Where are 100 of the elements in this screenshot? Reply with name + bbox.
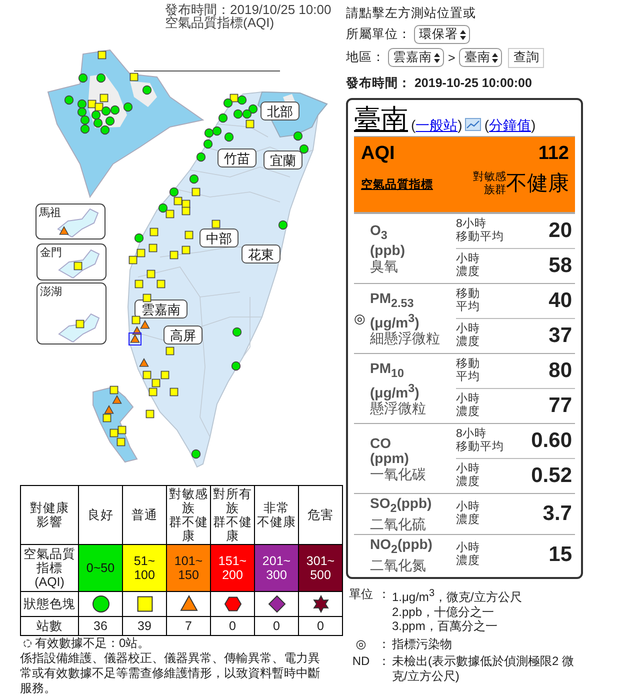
table-cell: 0	[298, 616, 342, 636]
station-marker[interactable]	[118, 426, 126, 434]
station-marker[interactable]	[96, 73, 106, 83]
station-marker[interactable]	[196, 152, 206, 162]
region-label[interactable]: 宜蘭	[264, 150, 302, 170]
station-marker[interactable]	[134, 280, 144, 288]
station-marker[interactable]	[152, 378, 160, 388]
station-marker[interactable]	[128, 332, 142, 346]
station-marker[interactable]	[203, 139, 213, 149]
station-marker[interactable]	[59, 226, 69, 235]
station-marker[interactable]	[160, 370, 170, 380]
station-marker[interactable]	[156, 280, 166, 288]
line-chart-icon[interactable]	[465, 118, 482, 131]
region-label[interactable]: 花東	[242, 244, 280, 264]
station-marker[interactable]	[278, 220, 288, 230]
station-marker[interactable]	[80, 124, 90, 134]
station-marker[interactable]	[218, 113, 228, 123]
station-marker[interactable]	[91, 110, 101, 120]
station-marker[interactable]	[142, 370, 152, 380]
station-marker[interactable]	[100, 125, 110, 135]
table-header: 族	[182, 501, 195, 515]
station-marker[interactable]	[182, 206, 190, 216]
station-marker[interactable]	[148, 244, 158, 252]
county-select[interactable]: 雲嘉南	[388, 48, 444, 67]
station-marker[interactable]	[230, 94, 238, 102]
station-marker[interactable]	[299, 144, 309, 154]
station-marker[interactable]	[182, 246, 190, 254]
station-marker[interactable]	[132, 316, 140, 324]
station-marker[interactable]	[150, 228, 158, 236]
station-marker[interactable]	[74, 262, 82, 270]
station-marker[interactable]	[136, 248, 146, 258]
island-label: 金門	[40, 247, 62, 259]
station-marker[interactable]	[166, 346, 174, 356]
station-marker[interactable]	[77, 107, 87, 117]
station-marker[interactable]	[77, 99, 87, 109]
station-marker[interactable]	[146, 270, 156, 278]
station-marker[interactable]	[212, 126, 222, 136]
station-marker[interactable]	[110, 105, 120, 115]
station-marker[interactable]	[110, 428, 118, 438]
station-marker[interactable]	[170, 250, 178, 260]
station-marker[interactable]	[78, 73, 88, 83]
station-marker[interactable]	[105, 116, 115, 126]
station-marker[interactable]	[142, 294, 152, 302]
station-marker[interactable]	[248, 104, 258, 114]
region-label[interactable]: 北部	[260, 102, 300, 120]
station-marker[interactable]	[189, 174, 199, 184]
station-marker[interactable]	[204, 128, 214, 138]
station-marker[interactable]	[212, 220, 220, 228]
station-marker[interactable]	[246, 120, 254, 128]
region-label[interactable]: 竹苗	[218, 148, 256, 168]
station-marker[interactable]	[293, 131, 303, 141]
station-marker[interactable]	[223, 98, 233, 108]
station-marker[interactable]	[94, 102, 104, 112]
aqi-value: 112	[538, 143, 569, 165]
station-marker[interactable]	[192, 188, 200, 196]
station-marker[interactable]	[166, 210, 174, 218]
station-marker[interactable]	[104, 404, 114, 414]
station-marker[interactable]	[191, 449, 201, 459]
station-marker[interactable]	[237, 95, 247, 105]
agency-select[interactable]: 環保署	[414, 25, 470, 44]
station-marker[interactable]	[76, 320, 84, 328]
station-marker[interactable]	[132, 326, 142, 335]
station-marker[interactable]	[110, 386, 118, 394]
station-marker[interactable]	[64, 95, 74, 105]
station-marker[interactable]	[174, 196, 182, 206]
station-marker[interactable]	[233, 109, 243, 119]
station-marker[interactable]	[158, 203, 168, 213]
station-marker[interactable]	[134, 233, 144, 243]
station-marker[interactable]	[128, 256, 138, 264]
site-select[interactable]: 臺南	[459, 48, 502, 67]
station-marker[interactable]	[139, 358, 149, 367]
table-header: 普通	[132, 508, 158, 522]
station-marker[interactable]	[224, 132, 234, 142]
station-marker[interactable]	[123, 102, 133, 112]
region-label[interactable]: 雲嘉南	[134, 300, 188, 318]
station-marker[interactable]	[231, 361, 241, 371]
aqi-info-link[interactable]: 空氣品質指標	[361, 176, 433, 192]
station-marker[interactable]	[98, 50, 106, 60]
station-marker[interactable]	[130, 72, 138, 82]
station-marker[interactable]	[142, 85, 152, 95]
station-marker[interactable]	[80, 115, 90, 125]
station-marker[interactable]	[169, 187, 179, 197]
minute-value-link[interactable]: 分鐘值	[489, 116, 532, 134]
station-marker[interactable]	[88, 100, 96, 108]
station-marker[interactable]	[100, 94, 108, 102]
station-marker[interactable]	[102, 414, 112, 422]
station-marker[interactable]	[116, 438, 126, 446]
station-marker[interactable]	[232, 327, 242, 337]
station-type-link[interactable]: 一般站	[416, 116, 458, 134]
station-marker[interactable]	[146, 410, 154, 418]
region-label[interactable]: 高屏	[164, 326, 202, 344]
station-marker[interactable]	[93, 118, 103, 128]
query-button[interactable]: 查詢	[508, 48, 544, 68]
station-marker[interactable]	[242, 109, 252, 119]
station-marker[interactable]	[101, 106, 111, 116]
station-marker[interactable]	[112, 394, 122, 404]
region-label[interactable]: 中部	[200, 228, 238, 248]
station-marker[interactable]	[184, 230, 194, 240]
station-marker[interactable]	[148, 388, 158, 396]
station-marker[interactable]	[170, 388, 178, 396]
